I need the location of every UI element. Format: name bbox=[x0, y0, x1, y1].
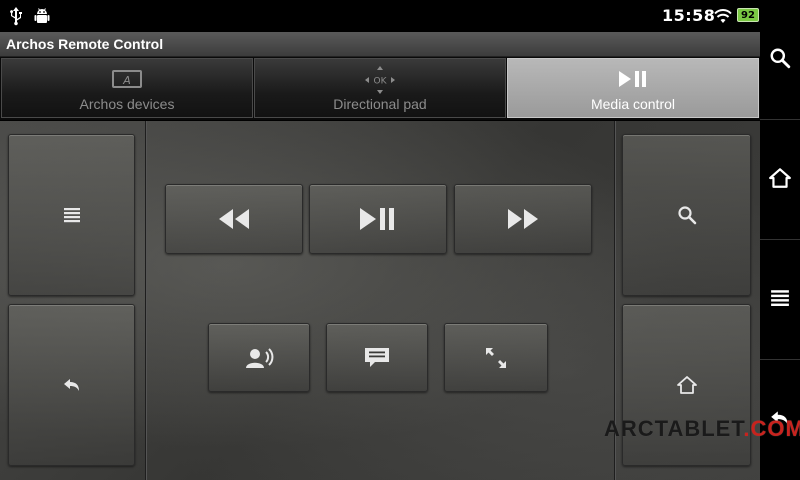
battery-icon: 92 bbox=[737, 8, 759, 22]
tab-media-control[interactable]: Media control bbox=[507, 58, 759, 118]
fast-forward-button[interactable] bbox=[454, 184, 592, 254]
home-icon bbox=[676, 375, 698, 395]
search-icon bbox=[769, 47, 791, 73]
fullscreen-icon bbox=[484, 346, 508, 370]
system-bar bbox=[760, 0, 800, 480]
wifi-icon bbox=[713, 6, 733, 26]
tab-directional-pad[interactable]: OK Directional pad bbox=[254, 58, 506, 118]
menu-icon bbox=[770, 288, 790, 312]
system-search-button[interactable] bbox=[760, 0, 800, 120]
tab-label: Media control bbox=[590, 96, 676, 112]
status-bar: 15:58 92 bbox=[0, 0, 760, 32]
tab-bar: A Archos devices OK Directional pad Medi… bbox=[0, 57, 760, 120]
app-title: Archos Remote Control bbox=[0, 32, 760, 57]
tab-archos-devices[interactable]: A Archos devices bbox=[1, 58, 253, 118]
clock: 15:58 bbox=[662, 6, 716, 25]
usb-icon bbox=[6, 6, 26, 26]
search-icon bbox=[677, 205, 697, 225]
audio-track-icon bbox=[243, 346, 275, 370]
watermark: ARCTABLET.COM bbox=[604, 416, 800, 442]
watermark-main: ARCTABLET bbox=[604, 416, 744, 441]
play-pause-button[interactable] bbox=[309, 184, 447, 254]
android-debug-icon bbox=[32, 6, 52, 26]
system-menu-button[interactable] bbox=[760, 240, 800, 360]
search-button[interactable] bbox=[622, 134, 751, 296]
menu-icon bbox=[63, 206, 81, 224]
rewind-icon bbox=[217, 207, 251, 231]
rewind-button[interactable] bbox=[165, 184, 303, 254]
back-button[interactable] bbox=[8, 304, 135, 466]
audio-track-button[interactable] bbox=[208, 323, 310, 392]
left-divider bbox=[145, 121, 146, 480]
subtitles-button[interactable] bbox=[326, 323, 428, 392]
play-pause-icon bbox=[358, 206, 398, 232]
back-icon bbox=[62, 376, 82, 394]
home-icon bbox=[768, 167, 792, 193]
dpad-ok-label: OK bbox=[374, 77, 388, 87]
menu-button[interactable] bbox=[8, 134, 135, 296]
play-pause-icon bbox=[617, 69, 649, 92]
fast-forward-icon bbox=[506, 207, 540, 231]
subtitles-icon bbox=[364, 346, 390, 370]
svg-text:A: A bbox=[122, 74, 131, 87]
tab-label: Archos devices bbox=[79, 96, 175, 112]
dpad-icon: OK bbox=[363, 65, 397, 98]
fullscreen-button[interactable] bbox=[444, 323, 548, 392]
archos-device-icon: A bbox=[112, 69, 142, 92]
watermark-accent: .COM bbox=[743, 416, 800, 441]
tab-label: Directional pad bbox=[333, 96, 427, 112]
system-home-button[interactable] bbox=[760, 120, 800, 240]
